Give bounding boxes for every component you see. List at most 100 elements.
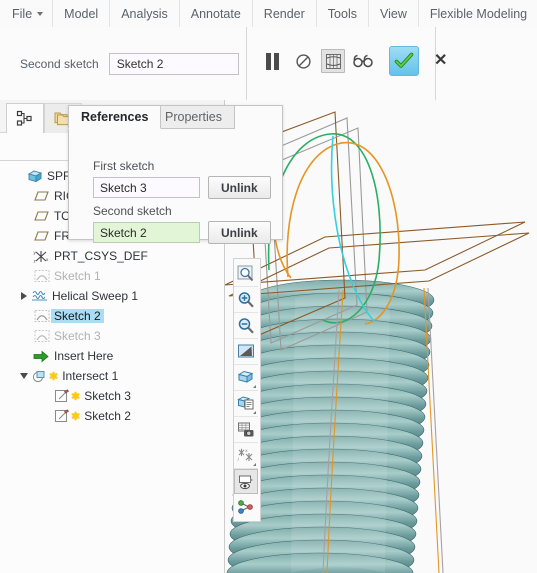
tree-item-intersect-sketch-3[interactable]: ✱ Sketch 3 bbox=[0, 386, 224, 406]
display-style-icon[interactable] bbox=[234, 365, 258, 391]
datum-display-icon[interactable]: x / bbox=[234, 443, 258, 469]
tree-item-sketch-1[interactable]: Sketch 1 bbox=[0, 266, 224, 286]
second-sketch-input[interactable] bbox=[108, 53, 239, 75]
tree-item-label: PRT_CSYS_DEF bbox=[54, 249, 148, 263]
references-dialog-tabs: References Properties bbox=[68, 105, 282, 130]
no-entry-icon[interactable] bbox=[292, 50, 314, 72]
menu-item-model[interactable]: Model bbox=[53, 0, 111, 27]
intersect-icon bbox=[30, 369, 49, 383]
tree-item-sketch-2-selected[interactable]: Sketch 2 bbox=[0, 306, 224, 326]
first-sketch-row: Unlink bbox=[93, 176, 271, 199]
pause-icon[interactable] bbox=[266, 52, 282, 70]
menu-item-model-label: Model bbox=[64, 6, 99, 21]
menu-item-render-label: Render bbox=[263, 6, 305, 21]
dropdown-corner-icon bbox=[253, 463, 256, 466]
first-sketch-label: First sketch bbox=[93, 159, 155, 173]
tab-properties[interactable]: Properties bbox=[152, 105, 235, 129]
references-dialog-body: First sketch Unlink Second sketch Unlink bbox=[69, 130, 282, 244]
second-sketch-label: Second sketch bbox=[93, 204, 172, 218]
menu-item-tools[interactable]: Tools bbox=[317, 0, 369, 27]
second-sketch-label: Second sketch bbox=[20, 57, 99, 71]
main-menu-bar: File Model Analysis Annotate Render Tool… bbox=[0, 0, 537, 28]
datum-plane-icon bbox=[32, 230, 51, 243]
first-sketch-group: First sketch Unlink bbox=[93, 159, 271, 199]
datum-plane-icon bbox=[32, 190, 51, 203]
tree-item-label: Sketch 3 bbox=[54, 329, 101, 343]
tree-expander-expanded[interactable] bbox=[18, 373, 30, 379]
first-sketch-unlink-button[interactable]: Unlink bbox=[208, 176, 271, 199]
dropdown-corner-icon bbox=[253, 411, 256, 414]
tab-references[interactable]: References bbox=[68, 105, 162, 129]
second-sketch-input-dialog[interactable] bbox=[93, 222, 200, 243]
tree-item-helical-sweep-1[interactable]: Helical Sweep 1 bbox=[0, 286, 224, 306]
saved-views-icon[interactable] bbox=[234, 391, 258, 417]
menu-item-tools-label: Tools bbox=[327, 6, 357, 21]
dashboard-action-cell: ✕ bbox=[246, 27, 447, 100]
dashboard-reference-cell: Second sketch bbox=[0, 27, 247, 100]
tree-item-intersect-1[interactable]: ✱ Intersect 1 bbox=[0, 366, 224, 386]
tree-item-label: Sketch 1 bbox=[54, 269, 101, 283]
menu-item-view-label: View bbox=[379, 6, 407, 21]
edit-sketch-icon bbox=[52, 389, 71, 403]
menu-item-analysis[interactable]: Analysis bbox=[110, 0, 180, 27]
tree-item-label: Helical Sweep 1 bbox=[52, 289, 139, 303]
dashboard-empty-cell bbox=[435, 27, 537, 100]
dashboard-tool-group: ✕ bbox=[266, 46, 447, 76]
refit-zoom-icon[interactable] bbox=[234, 261, 258, 287]
second-sketch-row: Unlink bbox=[93, 221, 271, 244]
menu-item-flexible-modeling[interactable]: Flexible Modeling bbox=[419, 0, 537, 27]
tree-item-intersect-sketch-2[interactable]: ✱ Sketch 2 bbox=[0, 406, 224, 426]
svg-text:/: / bbox=[238, 457, 240, 462]
part-cube-icon bbox=[25, 169, 44, 184]
tree-item-label: Sketch 2 bbox=[51, 309, 104, 323]
second-sketch-field-row: Second sketch bbox=[20, 53, 239, 75]
glasses-icon[interactable] bbox=[352, 50, 374, 72]
tree-item-label: Sketch 2 bbox=[84, 409, 131, 423]
regenerate-star-icon: ✱ bbox=[49, 370, 59, 383]
view-manager-icon[interactable] bbox=[234, 417, 258, 443]
datum-plane-icon bbox=[32, 210, 51, 223]
sketch-curve-icon bbox=[32, 309, 51, 323]
helix-trace-gray-right bbox=[427, 287, 444, 573]
dropdown-corner-icon bbox=[253, 385, 256, 388]
sketch-curve-icon bbox=[32, 269, 51, 283]
menu-item-flexible-modeling-label: Flexible Modeling bbox=[429, 6, 528, 21]
references-dialog: References Properties First sketch Unlin… bbox=[68, 105, 283, 244]
sketch-curve-icon bbox=[32, 329, 51, 343]
annotation-display-icon[interactable] bbox=[234, 469, 258, 494]
menu-item-render[interactable]: Render bbox=[253, 0, 317, 27]
zoom-in-icon[interactable] bbox=[234, 287, 258, 313]
menu-item-file-label: File bbox=[12, 6, 33, 21]
svg-text:x: x bbox=[245, 448, 248, 453]
regenerate-star-icon: ✱ bbox=[71, 410, 81, 423]
tree-item-prt-csys-def[interactable]: y z x PRT_CSYS_DEF bbox=[0, 246, 224, 266]
second-sketch-unlink-button[interactable]: Unlink bbox=[208, 221, 271, 244]
csys-icon: y z x bbox=[32, 249, 51, 264]
insert-arrow-icon bbox=[32, 350, 51, 363]
view-toolbar: x / bbox=[233, 258, 261, 522]
tree-item-insert-here[interactable]: Insert Here bbox=[0, 346, 224, 366]
menu-item-view[interactable]: View bbox=[369, 0, 419, 27]
feature-dashboard: Second sketch Sketch 2 ✕ bbox=[0, 27, 537, 101]
svg-text:x: x bbox=[46, 257, 49, 262]
tree-expander-collapsed[interactable] bbox=[18, 292, 30, 300]
chevron-down-icon bbox=[37, 11, 44, 16]
first-sketch-input[interactable] bbox=[93, 177, 200, 198]
repaint-icon[interactable] bbox=[234, 339, 258, 365]
menu-item-annotate[interactable]: Annotate bbox=[180, 0, 253, 27]
accept-feature-button[interactable] bbox=[389, 46, 419, 76]
model-tree-tab[interactable] bbox=[6, 103, 44, 134]
tree-item-label: Sketch 3 bbox=[84, 389, 131, 403]
edit-sketch-icon bbox=[52, 409, 71, 423]
tree-item-sketch-3[interactable]: Sketch 3 bbox=[0, 326, 224, 346]
preview-geometry-icon[interactable] bbox=[321, 49, 345, 73]
application-window: File Model Analysis Annotate Render Tool… bbox=[0, 0, 537, 573]
zoom-out-icon[interactable] bbox=[234, 313, 258, 339]
tree-item-label: Insert Here bbox=[54, 349, 114, 363]
menu-item-file[interactable]: File bbox=[0, 0, 54, 27]
helical-sweep-icon bbox=[30, 289, 49, 303]
second-sketch-group: Second sketch Unlink bbox=[93, 204, 271, 244]
menu-item-annotate-label: Annotate bbox=[190, 6, 241, 21]
appearance-gallery-icon[interactable] bbox=[234, 494, 258, 519]
menu-item-analysis-label: Analysis bbox=[121, 6, 168, 21]
